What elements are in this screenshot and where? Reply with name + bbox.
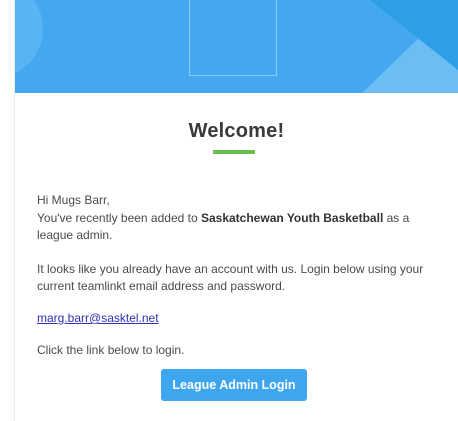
greeting-text: Hi Mugs Barr, (37, 193, 110, 207)
message-body: Hi Mugs Barr, You've recently been added… (37, 192, 437, 359)
banner-triangle-dark-decoration (370, 0, 458, 70)
email-paragraph: marg.barr@sasktel.net (37, 310, 437, 327)
organization-name: Saskatchewan Youth Basketball (200, 211, 384, 225)
welcome-heading: Welcome! (188, 120, 285, 142)
banner-frame-decoration (189, 0, 277, 76)
email-card: Welcome! Hi Mugs Barr, You've recently b… (14, 0, 458, 421)
account-text: It looks like you already have an accoun… (37, 262, 424, 293)
click-instruction-text: Click the link below to login. (37, 343, 185, 357)
added-prefix: You've recently been added to (37, 211, 201, 225)
added-text: You've recently been added to Saskatchew… (37, 210, 437, 244)
league-admin-login-button[interactable]: League Admin Login (161, 369, 307, 401)
banner-circle-decoration (15, 0, 43, 78)
header-banner (15, 0, 458, 93)
email-link[interactable]: marg.barr@sasktel.net (37, 311, 159, 325)
welcome-underline (213, 150, 255, 154)
